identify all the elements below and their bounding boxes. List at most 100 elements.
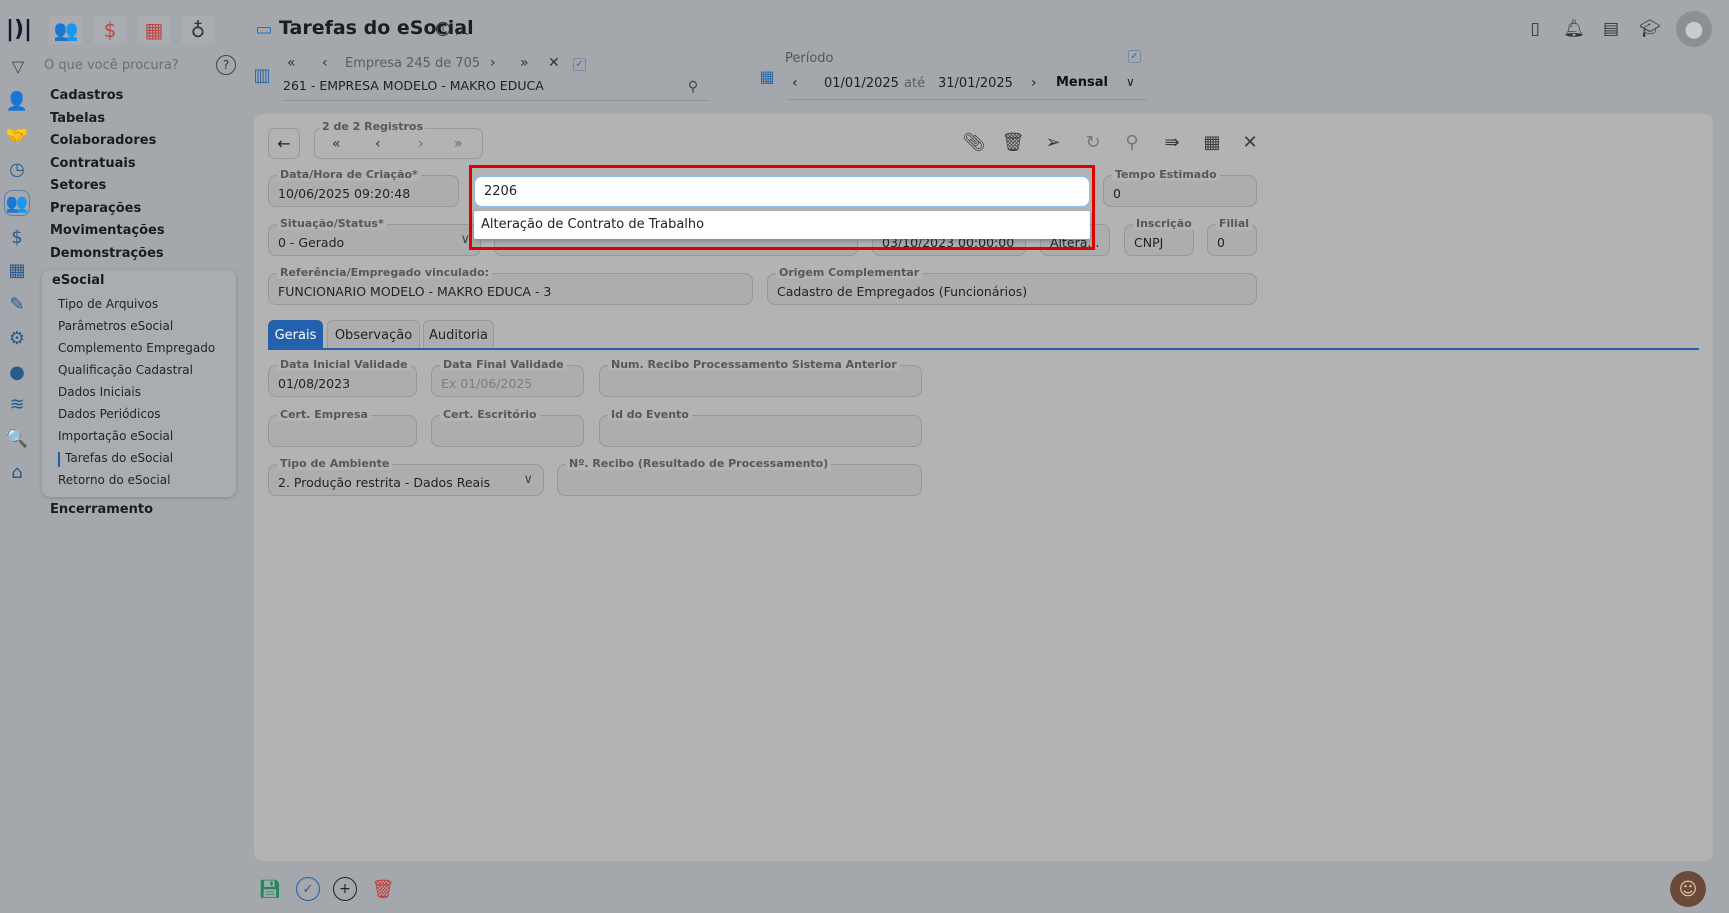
- menu-tabelas[interactable]: Tabelas: [50, 111, 105, 126]
- clock-icon[interactable]: ◷: [4, 156, 30, 182]
- money-bag-icon[interactable]: ♁: [181, 16, 215, 44]
- next-company-button[interactable]: ›: [490, 55, 496, 71]
- bell-icon[interactable]: 🔔︎: [1563, 18, 1585, 40]
- pen-icon[interactable]: ✎: [4, 291, 30, 317]
- prev-period-button[interactable]: ‹: [792, 75, 798, 91]
- submenu-item[interactable]: Parâmetros eSocial: [58, 319, 173, 333]
- tipo-arquivo-input[interactable]: 2206: [474, 176, 1090, 207]
- submenu-item[interactable]: Dados Periódicos: [58, 407, 161, 421]
- menu-encerramento[interactable]: Encerramento: [50, 502, 153, 517]
- calendar-icon[interactable]: ▦: [1198, 128, 1226, 156]
- info-icon[interactable]: i: [436, 22, 450, 36]
- prev-record-button[interactable]: ‹: [375, 136, 381, 152]
- check-circle-icon[interactable]: ✓: [296, 877, 320, 901]
- period-checkbox[interactable]: ✓: [1128, 50, 1141, 63]
- calculator-icon[interactable]: ▦: [4, 257, 30, 283]
- menu-contratuais[interactable]: Contratuais: [50, 156, 136, 171]
- people-icon[interactable]: 👥: [4, 190, 30, 216]
- tab-gerais[interactable]: Gerais: [268, 320, 323, 349]
- help-icon[interactable]: ?: [216, 55, 236, 75]
- field-value: CNPJ: [1134, 235, 1164, 250]
- trash-icon[interactable]: 🗑︎: [371, 877, 395, 901]
- submenu-title[interactable]: eSocial: [52, 273, 105, 288]
- calculator-icon[interactable]: ▦: [137, 16, 171, 44]
- id-evento-field[interactable]: Id do Evento: [599, 408, 922, 447]
- add-circle-icon[interactable]: +: [333, 877, 357, 901]
- report-search-icon[interactable]: ▤: [1600, 18, 1622, 40]
- tab-observacao[interactable]: Observação: [327, 320, 420, 349]
- send-icon[interactable]: ➢: [1039, 128, 1067, 156]
- person-gear-icon[interactable]: 👤: [4, 88, 30, 114]
- origem-field[interactable]: Origem Complementar Cadastro de Empregado…: [767, 266, 1257, 305]
- menu-demonstracoes[interactable]: Demonstrações: [50, 246, 164, 261]
- first-record-button[interactable]: «: [332, 136, 341, 152]
- num-recibo-anterior-field[interactable]: Num. Recibo Processamento Sistema Anteri…: [599, 358, 922, 397]
- submenu-item[interactable]: Complemento Empregado: [58, 341, 215, 355]
- close-icon[interactable]: ✕: [1236, 128, 1264, 156]
- period-to[interactable]: 31/01/2025: [938, 76, 1013, 91]
- submenu-item-active[interactable]: Tarefas do eSocial: [65, 451, 173, 465]
- autocomplete-option[interactable]: Alteração de Contrato de Trabalho: [474, 211, 1090, 239]
- tipo-ambiente-select[interactable]: Tipo de Ambiente 2. Produção restrita - D…: [268, 457, 544, 496]
- users-icon[interactable]: 👥: [49, 16, 83, 44]
- back-button[interactable]: ←: [268, 128, 300, 159]
- menu-movimentacoes[interactable]: Movimentações: [50, 223, 165, 238]
- paperclip-icon[interactable]: 📎︎: [960, 128, 988, 156]
- close-icon[interactable]: ✕: [548, 55, 560, 71]
- cert-empresa-field[interactable]: Cert. Empresa: [268, 408, 417, 447]
- search-icon[interactable]: 🔍: [4, 425, 30, 451]
- menu-preparacoes[interactable]: Preparações: [50, 201, 141, 216]
- submenu-item[interactable]: Qualificação Cadastral: [58, 363, 193, 377]
- user-avatar[interactable]: ●: [1676, 11, 1712, 47]
- filter-icon[interactable]: ▽: [8, 56, 28, 76]
- search-input[interactable]: O que você procura?: [44, 58, 179, 73]
- last-record-button[interactable]: »: [454, 136, 463, 152]
- home-icon[interactable]: ⌂: [4, 459, 30, 485]
- company-checkbox[interactable]: ✓: [573, 58, 586, 71]
- next-record-button[interactable]: ›: [418, 136, 424, 152]
- menu-setores[interactable]: Setores: [50, 178, 106, 193]
- logo[interactable]: |)|: [6, 16, 32, 42]
- forward-icon[interactable]: ⇛: [1158, 128, 1186, 156]
- inscricao-field[interactable]: Inscrição CNPJ: [1124, 217, 1195, 256]
- submenu-item[interactable]: Importação eSocial: [58, 429, 173, 443]
- menu-cadastros[interactable]: Cadastros: [50, 88, 123, 103]
- tab-auditoria[interactable]: Auditoria: [423, 320, 494, 349]
- data-hora-field[interactable]: Data/Hora de Criação* 10/06/2025 09:20:48: [268, 168, 459, 207]
- referencia-field[interactable]: Referência/Empregado vinculado: FUNCIONAR…: [268, 266, 753, 305]
- next-period-button[interactable]: ›: [1031, 75, 1037, 91]
- trash-icon[interactable]: 🗑︎: [999, 128, 1027, 156]
- money-bag-icon[interactable]: ●: [4, 359, 30, 385]
- dollar-icon[interactable]: $: [93, 16, 127, 44]
- submenu-item[interactable]: Retorno do eSocial: [58, 473, 170, 487]
- period-mode-select[interactable]: Mensal: [1056, 75, 1108, 90]
- submenu-item[interactable]: Dados Iniciais: [58, 385, 141, 399]
- filial-field[interactable]: Filial 0: [1207, 217, 1257, 256]
- search-icon[interactable]: ⚲: [1118, 128, 1146, 156]
- data-inicial-field[interactable]: Data Inicial Validade 01/08/2023: [268, 358, 417, 397]
- dollar-circle-icon[interactable]: $: [4, 224, 30, 250]
- refresh-icon[interactable]: ↻: [1079, 128, 1107, 156]
- tempo-estimado-field[interactable]: Tempo Estimado 0: [1103, 168, 1257, 207]
- chevron-up-icon[interactable]: ︿: [454, 20, 470, 38]
- num-recibo-field[interactable]: Nº. Recibo (Resultado de Processamento): [557, 457, 922, 496]
- data-final-field[interactable]: Data Final Validade Ex 01/06/2025: [431, 358, 584, 397]
- menu-colaboradores[interactable]: Colaboradores: [50, 133, 156, 148]
- submenu-item[interactable]: Tipo de Arquivos: [58, 297, 158, 311]
- first-company-button[interactable]: «: [287, 55, 296, 71]
- situacao-select[interactable]: Situação/Status* 0 - Gerado ∨: [268, 217, 481, 256]
- company-name[interactable]: 261 - EMPRESA MODELO - MAKRO EDUCA: [283, 78, 544, 93]
- chevron-down-icon[interactable]: ∨: [1126, 75, 1135, 89]
- search-icon[interactable]: ⚲: [684, 78, 702, 96]
- graduation-cap-icon[interactable]: 🎓︎: [1639, 18, 1661, 40]
- gear-icon[interactable]: ⚙: [4, 325, 30, 351]
- handshake-icon[interactable]: 🤝: [4, 122, 30, 148]
- prev-company-button[interactable]: ‹: [322, 55, 328, 71]
- assistant-avatar[interactable]: ☺: [1670, 871, 1706, 907]
- document-icon[interactable]: ▯: [1524, 18, 1546, 40]
- save-icon[interactable]: 💾︎: [258, 877, 282, 901]
- period-from[interactable]: 01/01/2025: [824, 76, 899, 91]
- layers-icon[interactable]: ≋: [4, 391, 30, 417]
- last-company-button[interactable]: »: [520, 55, 529, 71]
- cert-escritorio-field[interactable]: Cert. Escritório: [431, 408, 584, 447]
